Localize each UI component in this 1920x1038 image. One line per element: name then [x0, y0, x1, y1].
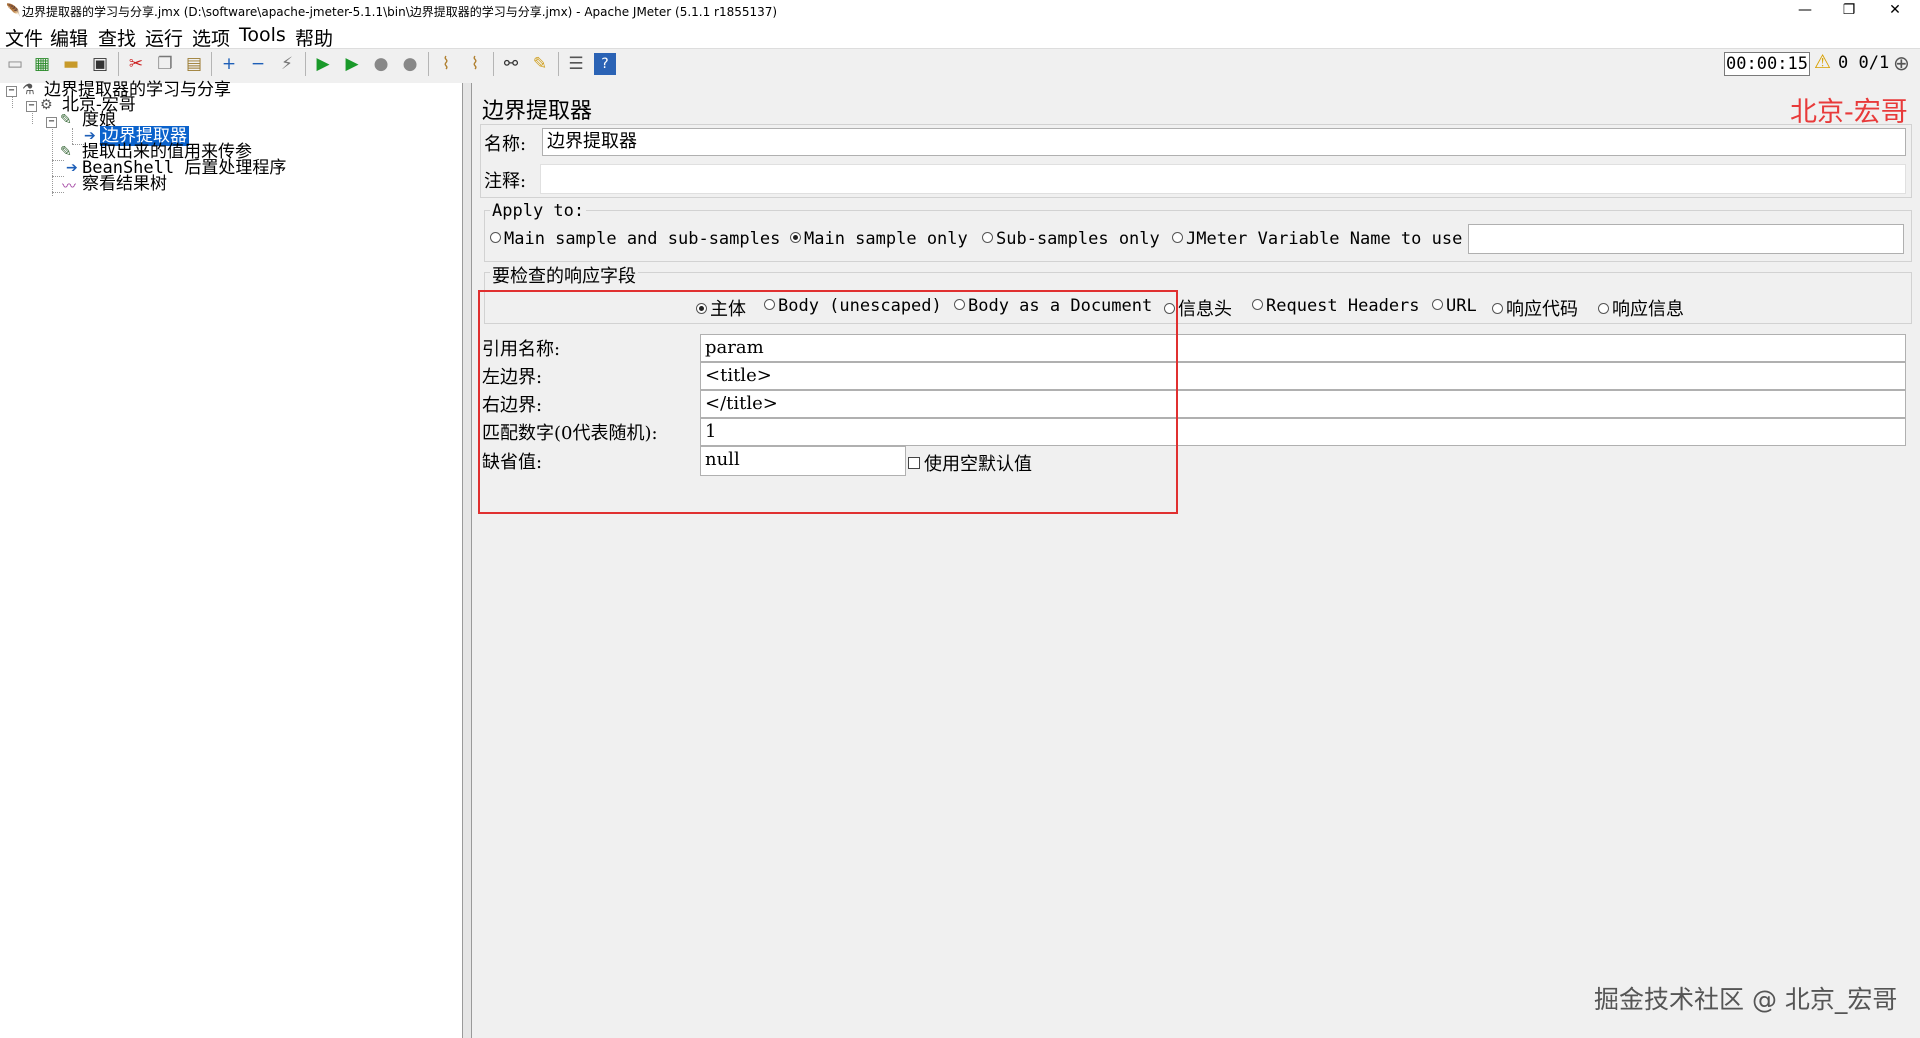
toolbar-separator — [428, 52, 429, 76]
menu-edit[interactable]: 编辑 — [50, 24, 88, 51]
minimize-button[interactable]: — — [1782, 0, 1828, 22]
reset-search-icon[interactable]: ✎ — [529, 53, 551, 75]
clear-all-icon[interactable]: ⌇ — [464, 53, 486, 75]
tree-collapse-toggle[interactable]: − — [46, 117, 57, 128]
radio-main-and-sub-samples[interactable]: Main sample and sub-samples — [490, 229, 780, 249]
menu-help[interactable]: 帮助 — [295, 24, 333, 51]
thread-counts: 0 0/1 — [1838, 53, 1890, 73]
menu-tools[interactable]: Tools — [239, 24, 286, 46]
radio-response-message[interactable]: 响应信息 — [1598, 295, 1684, 321]
watermark: 掘金技术社区 @ 北京_宏哥 — [1594, 985, 1898, 1014]
search-icon[interactable]: ⚯ — [500, 53, 522, 75]
menu-run[interactable]: 运行 — [145, 24, 183, 51]
toolbar-separator — [211, 52, 212, 76]
shutdown-icon[interactable]: ● — [399, 53, 421, 75]
tree-collapse-toggle[interactable]: − — [26, 101, 37, 112]
radio-indicator — [1172, 232, 1183, 243]
page-title: 边界提取器 — [482, 99, 593, 124]
name-input[interactable]: 边界提取器 — [542, 128, 1906, 156]
restore-button[interactable]: ❐ — [1826, 0, 1872, 22]
toolbar-separator — [118, 52, 119, 76]
panel-splitter[interactable] — [463, 83, 472, 1038]
elapsed-timer: 00:00:15 — [1724, 52, 1810, 76]
post-processor-arrow-icon: ➔ — [66, 160, 78, 176]
close-button[interactable]: ✕ — [1872, 0, 1918, 22]
radio-indicator — [982, 232, 993, 243]
function-helper-icon[interactable]: ☰ — [565, 53, 587, 75]
paste-icon[interactable]: ▤ — [183, 53, 205, 75]
sampler-pen-icon: ✎ — [60, 112, 72, 128]
tree-guide — [72, 128, 73, 144]
radio-sub-samples-only[interactable]: Sub-samples only — [982, 229, 1160, 249]
menu-options[interactable]: 选项 — [192, 24, 230, 51]
listener-chart-icon: 〰 — [62, 179, 76, 195]
copy-icon[interactable]: ❐ — [154, 53, 176, 75]
tree-guide — [52, 126, 53, 196]
toggle-icon[interactable]: ⚡ — [276, 53, 298, 75]
templates-icon[interactable]: ▦ — [31, 53, 53, 75]
radio-label: Request Headers — [1266, 296, 1420, 316]
tree-guide — [52, 160, 64, 161]
radio-label: Main sample and sub-samples — [504, 229, 781, 249]
radio-label: Sub-samples only — [996, 229, 1160, 249]
apply-to-label: Apply to: — [490, 201, 587, 221]
sampler-pen-icon: ✎ — [60, 144, 72, 160]
radio-label: URL — [1446, 296, 1477, 316]
comment-label: 注释: — [484, 171, 527, 192]
tree-collapse-toggle[interactable]: − — [6, 86, 17, 97]
collapse-icon[interactable]: − — [247, 53, 269, 75]
radio-label: 响应信息 — [1612, 299, 1684, 320]
tree-item-results-tree[interactable]: 察看结果树 — [82, 176, 167, 193]
radio-url[interactable]: URL — [1432, 296, 1477, 316]
menu-file[interactable]: 文件 — [5, 24, 43, 51]
radio-indicator — [1492, 303, 1503, 314]
radio-label: JMeter Variable Name to use — [1186, 229, 1463, 249]
radio-indicator — [490, 232, 501, 243]
toolbar-separator — [305, 52, 306, 76]
clear-icon[interactable]: ⌇ — [435, 53, 457, 75]
radio-label: 信息头 — [1178, 299, 1232, 320]
radio-indicator — [1598, 303, 1609, 314]
cut-icon[interactable]: ✂ — [125, 53, 147, 75]
radio-label: Main sample only — [804, 229, 968, 249]
warning-icon[interactable]: ⚠ — [1814, 51, 1831, 73]
menu-search[interactable]: 查找 — [98, 24, 136, 51]
toolbar-separator — [558, 52, 559, 76]
start-icon[interactable]: ▶ — [312, 53, 334, 75]
expand-icon[interactable]: + — [218, 53, 240, 75]
remote-status-icon[interactable]: ⊕ — [1893, 51, 1910, 75]
radio-main-sample-only[interactable]: Main sample only — [790, 229, 968, 249]
test-plan-icon: ⚗ — [22, 82, 35, 98]
highlight-annotation-box — [478, 290, 1178, 514]
thread-group-gear-icon: ⚙ — [40, 97, 53, 113]
radio-indicator — [1432, 299, 1443, 310]
window-title: 边界提取器的学习与分享.jmx (D:\software\apache-jmet… — [22, 5, 778, 19]
test-plan-tree — [0, 83, 463, 1038]
name-label: 名称: — [484, 134, 527, 155]
tree-guide — [32, 110, 33, 124]
help-icon[interactable]: ? — [594, 53, 616, 75]
radio-label: 响应代码 — [1506, 299, 1578, 320]
radio-indicator-selected — [790, 232, 801, 243]
radio-response-code[interactable]: 响应代码 — [1492, 295, 1578, 321]
jmeter-feather-icon: 🪶 — [6, 3, 21, 17]
open-icon[interactable]: ▬ — [60, 53, 82, 75]
radio-request-headers[interactable]: Request Headers — [1252, 296, 1420, 316]
radio-indicator — [1252, 299, 1263, 310]
response-field-label: 要检查的响应字段 — [490, 262, 638, 288]
start-no-pause-icon[interactable]: ▶ — [341, 53, 363, 75]
menu-bar — [0, 22, 1920, 48]
radio-jmeter-variable[interactable]: JMeter Variable Name to use — [1172, 229, 1462, 249]
save-icon[interactable]: ▣ — [89, 53, 111, 75]
comment-input[interactable] — [540, 164, 1906, 194]
new-icon[interactable]: ▭ — [4, 53, 26, 75]
toolbar-separator — [493, 52, 494, 76]
stop-icon[interactable]: ● — [370, 53, 392, 75]
variable-name-input[interactable] — [1468, 224, 1904, 254]
